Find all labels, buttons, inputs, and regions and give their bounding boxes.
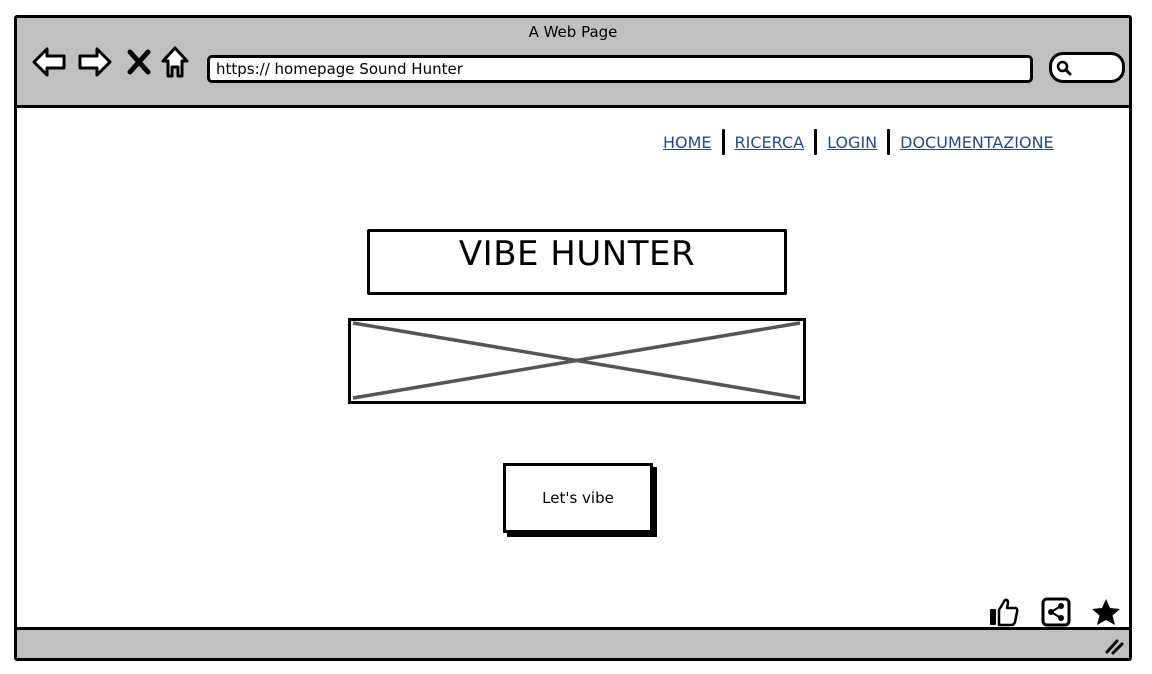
nav-divider — [814, 129, 818, 155]
status-bar — [17, 627, 1129, 658]
favorite-button[interactable] — [1089, 595, 1123, 629]
resize-grip-icon[interactable] — [1103, 636, 1125, 656]
like-button[interactable] — [987, 595, 1021, 629]
nav-link-documentazione[interactable]: DOCUMENTAZIONE — [900, 133, 1054, 152]
thumbs-up-icon — [990, 598, 1019, 627]
share-icon — [1041, 597, 1071, 627]
share-button[interactable] — [1039, 595, 1073, 629]
image-placeholder — [348, 318, 806, 404]
address-bar[interactable]: https:// homepage Sound Hunter — [207, 55, 1033, 83]
arrow-right-icon — [78, 47, 112, 77]
browser-toolbar: A Web Page https:// homepage Sound Hunte… — [17, 18, 1129, 108]
x-icon — [127, 49, 151, 75]
stop-button[interactable] — [121, 44, 157, 80]
back-button[interactable] — [31, 44, 67, 80]
site-title-box: VIBE HUNTER — [367, 229, 787, 295]
search-icon — [1056, 60, 1072, 76]
nav-link-home[interactable]: HOME — [663, 133, 712, 152]
arrow-left-icon — [32, 47, 66, 77]
nav-link-login[interactable]: LOGIN — [827, 133, 877, 152]
address-text: https:// homepage Sound Hunter — [216, 60, 463, 78]
nav-link-ricerca[interactable]: RICERCA — [735, 133, 805, 152]
home-button[interactable] — [157, 44, 193, 80]
nav-divider — [887, 129, 891, 155]
browser-window: A Web Page https:// homepage Sound Hunte… — [14, 15, 1132, 661]
main-nav: HOME RICERCA LOGIN DOCUMENTAZIONE — [663, 129, 1054, 155]
window-title: A Web Page — [528, 23, 618, 41]
home-icon — [161, 46, 189, 78]
site-title: VIBE HUNTER — [458, 234, 696, 274]
nav-divider — [721, 129, 725, 155]
search-field[interactable] — [1049, 52, 1125, 83]
star-icon — [1092, 599, 1120, 625]
forward-button[interactable] — [77, 44, 113, 80]
lets-vibe-button[interactable]: Let's vibe — [503, 463, 653, 533]
